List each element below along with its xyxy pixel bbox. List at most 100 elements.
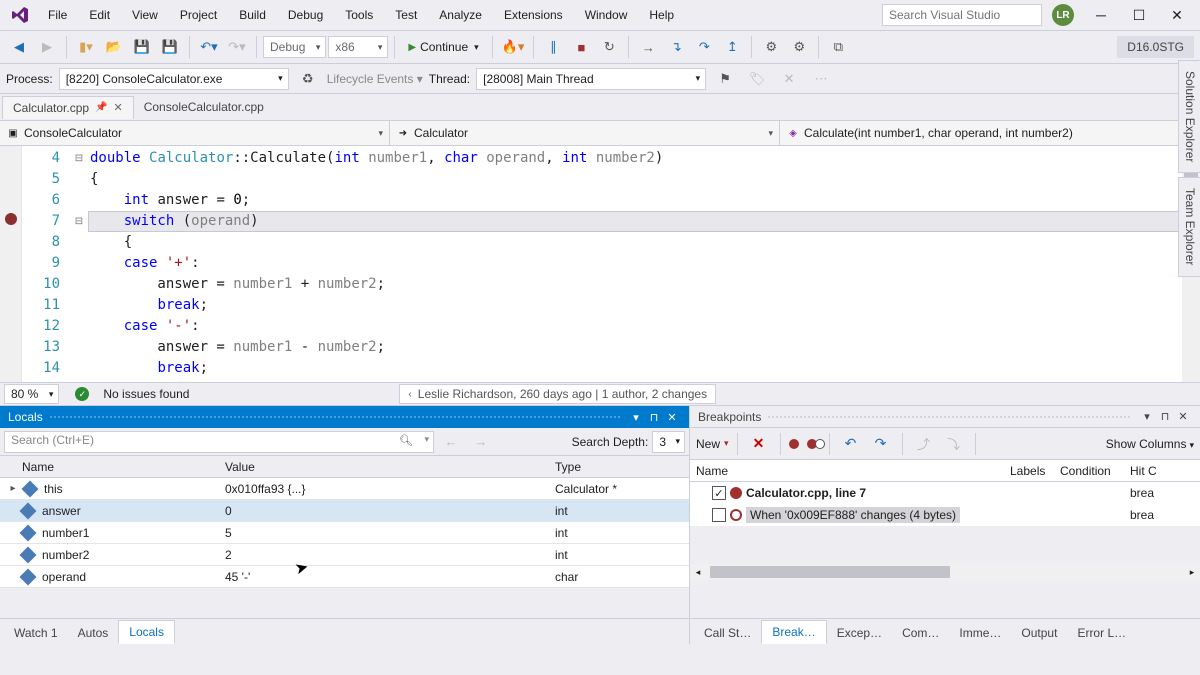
locals-row[interactable]: operand45 '-'char <box>0 566 689 588</box>
menu-view[interactable]: View <box>122 4 168 26</box>
breakpoint-gutter[interactable] <box>0 146 22 382</box>
panel-dropdown-icon[interactable]: ▾ <box>1138 408 1156 426</box>
menu-test[interactable]: Test <box>385 4 427 26</box>
breakpoint-row[interactable]: When '0x009EF888' changes (4 bytes)brea <box>690 504 1200 526</box>
menu-file[interactable]: File <box>38 4 77 26</box>
delete-breakpoint-button[interactable]: ✕ <box>746 432 772 456</box>
flag-icon[interactable]: ⚑ <box>712 67 738 91</box>
menu-analyze[interactable]: Analyze <box>429 4 492 26</box>
dock-team-explorer[interactable]: Team Explorer <box>1178 177 1200 276</box>
menu-window[interactable]: Window <box>575 4 638 26</box>
recycle-icon[interactable]: ♻ <box>295 67 321 91</box>
menu-help[interactable]: Help <box>639 4 684 26</box>
tab-imme-[interactable]: Imme… <box>949 622 1011 644</box>
search-input[interactable] <box>882 4 1042 26</box>
tab-error-l-[interactable]: Error L… <box>1067 622 1136 644</box>
tools-icon-2[interactable]: ⚙ <box>786 35 812 59</box>
continue-button[interactable]: ▶Continue <box>401 35 485 59</box>
break-all-button[interactable]: ∥ <box>540 35 566 59</box>
scope-dropdown[interactable]: ▣ConsoleCalculator <box>0 121 390 145</box>
breakpoints-header[interactable]: Name Labels Condition Hit C <box>690 460 1200 482</box>
member-dropdown[interactable]: ◈Calculate(int number1, char operand, in… <box>780 121 1200 145</box>
redo-button[interactable]: ↷▾ <box>224 35 250 59</box>
breakpoints-title[interactable]: Breakpoints ▾ ⊓ ✕ <box>690 406 1200 428</box>
restart-button[interactable]: ↻ <box>596 35 622 59</box>
pin-icon[interactable]: ⊓ <box>645 408 663 426</box>
tools-icon[interactable]: ⚙ <box>758 35 784 59</box>
locals-header[interactable]: Name Value Type <box>0 456 689 478</box>
checkbox[interactable] <box>712 508 726 522</box>
menu-project[interactable]: Project <box>170 4 227 26</box>
tab-break-[interactable]: Break… <box>761 620 826 644</box>
pin-icon[interactable]: 📌 <box>95 102 107 113</box>
new-file-button[interactable]: ▮▾ <box>73 35 99 59</box>
maximize-button[interactable]: ☐ <box>1122 2 1156 28</box>
checkbox[interactable]: ✓ <box>712 486 726 500</box>
locals-title[interactable]: Locals ▾ ⊓ ✕ <box>0 406 689 428</box>
show-columns-dropdown[interactable]: Show Columns <box>1106 437 1194 451</box>
save-all-button[interactable]: 💾 <box>157 35 183 59</box>
process-dropdown[interactable]: [8220] ConsoleCalculator.exe <box>59 68 289 90</box>
close-icon[interactable]: ✕ <box>663 408 681 426</box>
search-prev-icon[interactable]: ← <box>438 430 464 454</box>
close-icon[interactable]: ✕ <box>1174 408 1192 426</box>
tab-call-st-[interactable]: Call St… <box>694 622 761 644</box>
horizontal-scrollbar[interactable]: ◂▸ <box>690 564 1200 580</box>
menu-debug[interactable]: Debug <box>278 4 333 26</box>
menu-edit[interactable]: Edit <box>79 4 120 26</box>
code-editor[interactable]: 4567891011121314 ⊟⊟ double Calculator::C… <box>0 146 1200 382</box>
close-icon[interactable]: ✕ <box>114 101 123 114</box>
open-button[interactable]: 📂 <box>101 35 127 59</box>
tab-consolecalculator-cpp[interactable]: ConsoleCalculator.cpp <box>134 96 275 118</box>
breakpoint-row[interactable]: ✓Calculator.cpp, line 7brea <box>690 482 1200 504</box>
minimize-button[interactable]: ─ <box>1084 2 1118 28</box>
dock-solution-explorer[interactable]: Solution Explorer <box>1178 60 1200 173</box>
enable-all-icon[interactable] <box>789 437 803 451</box>
locals-search-input[interactable]: Search (Ctrl+E)▾ <box>4 431 434 453</box>
undo-button[interactable]: ↶▾ <box>196 35 222 59</box>
nav-back-button[interactable]: ◀ <box>6 35 32 59</box>
lifecycle-label[interactable]: Lifecycle Events ▾ <box>327 72 423 86</box>
class-dropdown[interactable]: ➜Calculator <box>390 121 780 145</box>
locals-row[interactable]: answer0int <box>0 500 689 522</box>
redo-icon[interactable]: ↷ <box>868 432 894 456</box>
pin-icon[interactable]: ⊓ <box>1156 408 1174 426</box>
import-icon[interactable]: ⤵ <box>941 432 967 456</box>
menu-extensions[interactable]: Extensions <box>494 4 573 26</box>
stackframe-icon[interactable]: ✕ <box>776 67 802 91</box>
zoom-dropdown[interactable]: 80 % <box>4 384 59 404</box>
close-button[interactable]: ✕ <box>1160 2 1194 28</box>
tab-locals[interactable]: Locals <box>118 620 175 644</box>
tag-icon[interactable]: 🏷 <box>744 67 770 91</box>
threads-icon[interactable]: ⋯ <box>808 67 834 91</box>
live-share-icon[interactable]: ⧉ <box>825 35 851 59</box>
stop-button[interactable]: ■ <box>568 35 594 59</box>
tab-calculator-cpp[interactable]: Calculator.cpp📌✕ <box>2 96 134 119</box>
export-icon[interactable]: ⤴ <box>911 432 937 456</box>
undo-icon[interactable]: ↶ <box>838 432 864 456</box>
tab-output[interactable]: Output <box>1011 622 1067 644</box>
fold-gutter[interactable]: ⊟⊟ <box>70 146 88 382</box>
panel-dropdown-icon[interactable]: ▾ <box>627 408 645 426</box>
avatar[interactable]: LR <box>1052 4 1074 26</box>
search-next-icon[interactable]: → <box>468 430 494 454</box>
tab-autos[interactable]: Autos <box>68 622 119 644</box>
tab-com-[interactable]: Com… <box>892 622 949 644</box>
tab-excep-[interactable]: Excep… <box>827 622 892 644</box>
menu-tools[interactable]: Tools <box>335 4 383 26</box>
depth-dropdown[interactable]: 3 <box>652 431 685 453</box>
save-button[interactable]: 💾 <box>129 35 155 59</box>
thread-dropdown[interactable]: [28008] Main Thread <box>476 68 706 90</box>
show-next-button[interactable]: → <box>635 35 661 59</box>
disable-all-icon[interactable] <box>807 437 821 451</box>
locals-row[interactable]: number15int <box>0 522 689 544</box>
tab-watch-1[interactable]: Watch 1 <box>4 622 68 644</box>
new-breakpoint-button[interactable]: New <box>696 437 729 451</box>
menu-build[interactable]: Build <box>229 4 276 26</box>
step-into-button[interactable]: ↴ <box>663 35 689 59</box>
breakpoint-icon[interactable] <box>5 213 17 225</box>
nav-fwd-button[interactable]: ▶ <box>34 35 60 59</box>
step-out-button[interactable]: ↥ <box>719 35 745 59</box>
locals-row[interactable]: ▸this0x010ffa93 {...}Calculator * <box>0 478 689 500</box>
config-dropdown[interactable]: Debug <box>263 36 326 58</box>
